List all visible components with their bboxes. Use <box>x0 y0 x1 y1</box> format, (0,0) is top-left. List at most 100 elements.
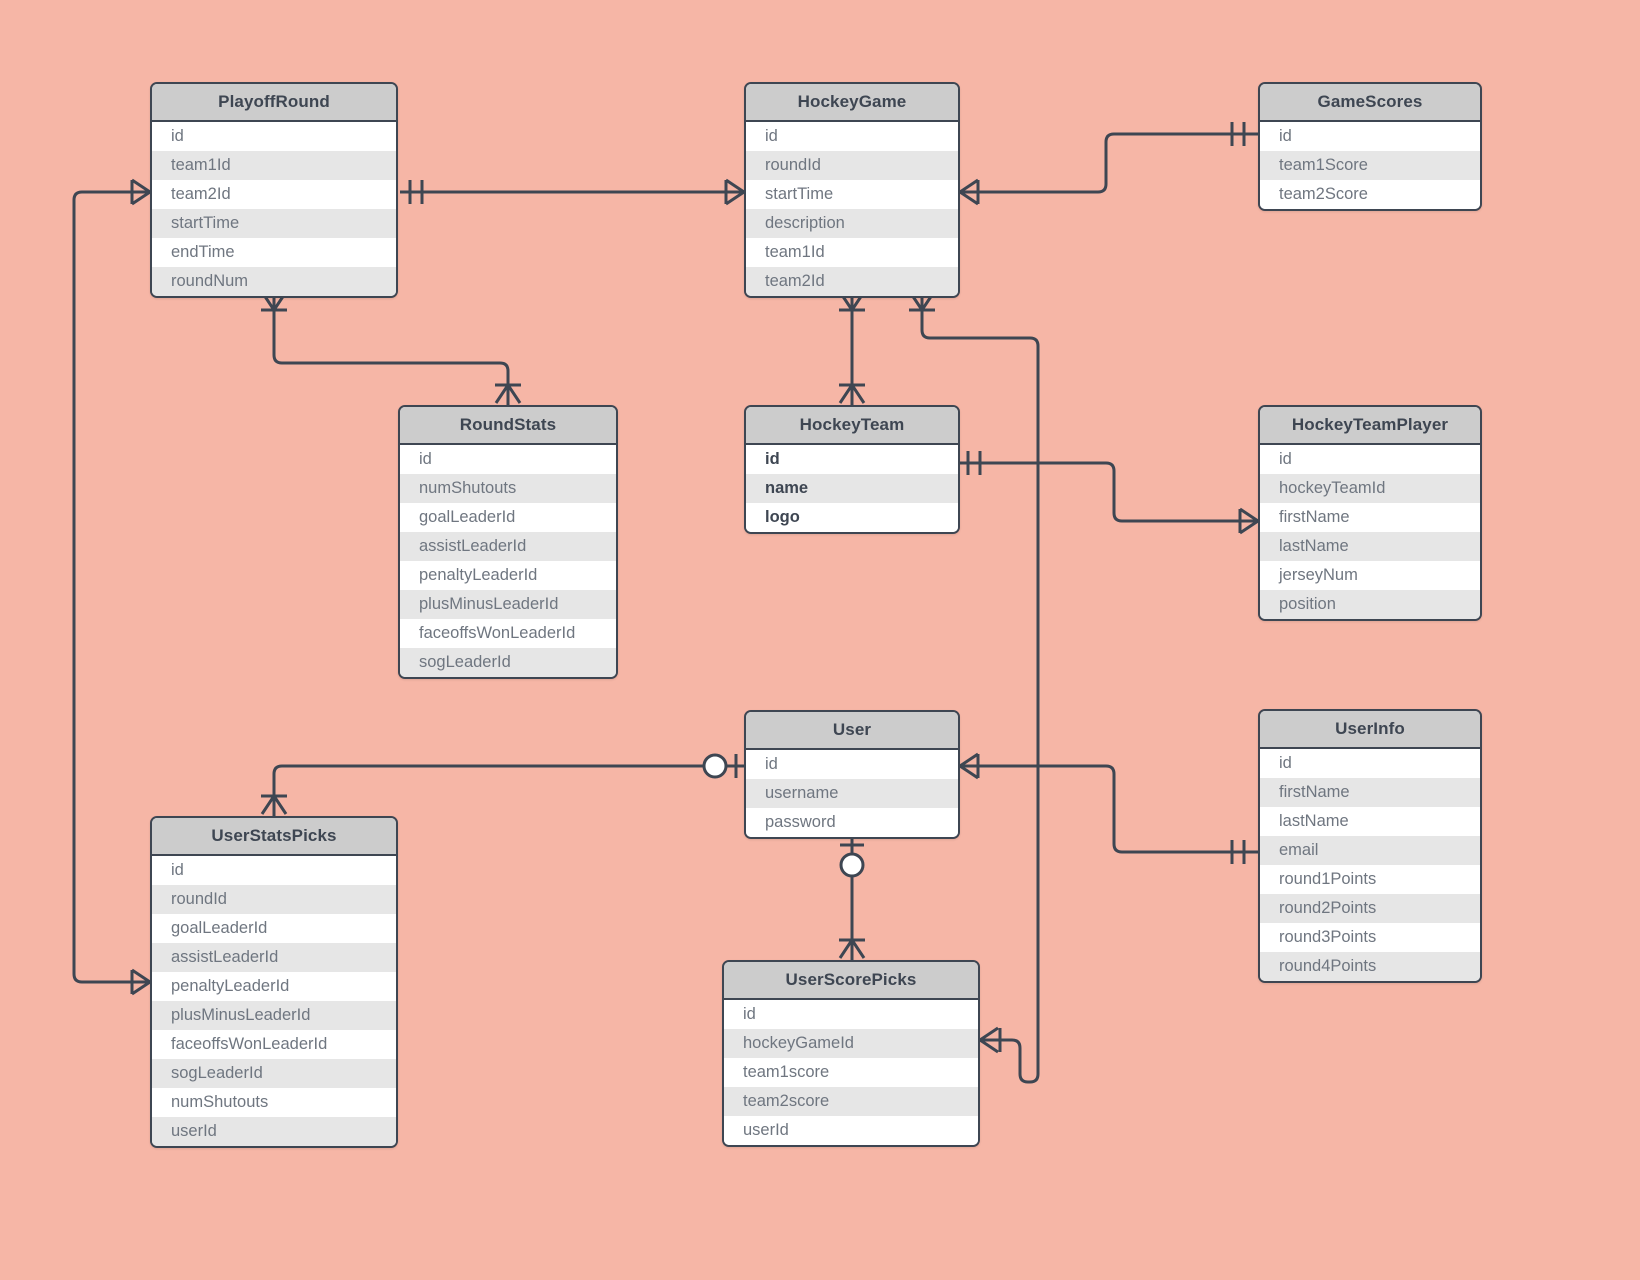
entity-title: HockeyGame <box>746 84 958 122</box>
attribute-row[interactable]: team1Id <box>152 151 396 180</box>
attribute-row[interactable]: numShutouts <box>400 474 616 503</box>
attribute-row[interactable]: id <box>746 445 958 474</box>
attribute-row[interactable]: plusMinusLeaderId <box>152 1001 396 1030</box>
attribute-row[interactable]: id <box>746 750 958 779</box>
notation-zero-or-one-user-left <box>702 753 738 779</box>
attribute-row[interactable]: userId <box>152 1117 396 1146</box>
attribute-row[interactable]: jerseyNum <box>1260 561 1480 590</box>
er-diagram-canvas: PlayoffRound id team1Id team2Id startTime end… <box>0 0 1640 1280</box>
attribute-row[interactable]: faceoffsWonLeaderId <box>400 619 616 648</box>
attribute-row[interactable]: assistLeaderId <box>152 943 396 972</box>
entity-userscorepicks[interactable]: UserScorePicks id hockeyGameId team1score te… <box>722 960 980 1147</box>
attribute-row[interactable]: team1Id <box>746 238 958 267</box>
entity-playoffround[interactable]: PlayoffRound id team1Id team2Id startTime end… <box>150 82 398 298</box>
entity-userinfo[interactable]: UserInfo id firstName lastName email round1Po… <box>1258 709 1482 983</box>
notation-many-hockeygame-right <box>959 178 980 206</box>
attribute-row[interactable]: goalLeaderId <box>400 503 616 532</box>
entity-userstatspicks[interactable]: UserStatsPicks id roundId goalLeaderId assis… <box>150 816 398 1148</box>
attribute-row[interactable]: id <box>1260 122 1480 151</box>
attribute-row[interactable]: roundNum <box>152 267 396 296</box>
attribute-list: id hockeyTeamId firstName lastName jerseyNum… <box>1260 445 1480 619</box>
attribute-row[interactable]: id <box>746 122 958 151</box>
entity-hockeyteamplayer[interactable]: HockeyTeamPlayer id hockeyTeamId firstName l… <box>1258 405 1482 621</box>
attribute-list: id team1Id team2Id startTime endTime roundNum <box>152 122 396 296</box>
attribute-row[interactable]: round2Points <box>1260 894 1480 923</box>
attribute-row[interactable]: userId <box>724 1116 978 1145</box>
attribute-row[interactable]: id <box>152 122 396 151</box>
attribute-row[interactable]: penaltyLeaderId <box>152 972 396 1001</box>
attribute-row[interactable]: assistLeaderId <box>400 532 616 561</box>
entity-title: PlayoffRound <box>152 84 396 122</box>
entity-gamescores[interactable]: GameScores id team1Score team2Score <box>1258 82 1482 211</box>
wire-hockeygame-gamescores <box>960 132 1258 194</box>
notation-one-only-one-hockeyteam-right <box>966 451 982 475</box>
attribute-row[interactable]: faceoffsWonLeaderId <box>152 1030 396 1059</box>
notation-many-userscorepicks-right <box>979 1026 1002 1054</box>
attribute-row[interactable]: startTime <box>746 180 958 209</box>
entity-title: RoundStats <box>400 407 616 445</box>
attribute-row[interactable]: hockeyGameId <box>724 1029 978 1058</box>
attribute-row[interactable]: team2Score <box>1260 180 1480 209</box>
notation-many-userscorepicks-top <box>838 938 866 960</box>
notation-one-only-one-gamescores-left <box>1230 122 1246 146</box>
attribute-row[interactable]: round4Points <box>1260 952 1480 981</box>
attribute-row[interactable]: roundId <box>746 151 958 180</box>
notation-many-userstatspicks-top <box>260 794 288 816</box>
attribute-row[interactable]: password <box>746 808 958 837</box>
attribute-row[interactable]: hockeyTeamId <box>1260 474 1480 503</box>
attribute-list: id team1Score team2Score <box>1260 122 1480 209</box>
notation-many-user-right <box>959 752 980 780</box>
attribute-row[interactable]: lastName <box>1260 532 1480 561</box>
entity-roundstats[interactable]: RoundStats id numShutouts goalLeaderId assis… <box>398 405 618 679</box>
wire-user-userinfo <box>960 764 1258 854</box>
attribute-row[interactable]: name <box>746 474 958 503</box>
attribute-row[interactable]: endTime <box>152 238 396 267</box>
attribute-row[interactable]: team2Id <box>746 267 958 296</box>
notation-many-hockeyteamplayer-left <box>1238 507 1259 535</box>
entity-title: UserScorePicks <box>724 962 978 1000</box>
entity-hockeygame[interactable]: HockeyGame id roundId startTime description t… <box>744 82 960 298</box>
attribute-row[interactable]: startTime <box>152 209 396 238</box>
attribute-row[interactable]: email <box>1260 836 1480 865</box>
attribute-row[interactable]: team2Id <box>152 180 396 209</box>
entity-user[interactable]: User id username password <box>744 710 960 839</box>
attribute-row[interactable]: goalLeaderId <box>152 914 396 943</box>
entity-title: UserInfo <box>1260 711 1480 749</box>
attribute-row[interactable]: id <box>724 1000 978 1029</box>
attribute-row[interactable]: position <box>1260 590 1480 619</box>
attribute-row[interactable]: sogLeaderId <box>400 648 616 677</box>
attribute-row[interactable]: penaltyLeaderId <box>400 561 616 590</box>
entity-title: User <box>746 712 958 750</box>
attribute-row[interactable]: sogLeaderId <box>152 1059 396 1088</box>
attribute-row[interactable]: firstName <box>1260 778 1480 807</box>
entity-title: UserStatsPicks <box>152 818 396 856</box>
notation-many-hockeygame-left <box>724 178 745 206</box>
entity-title: HockeyTeamPlayer <box>1260 407 1480 445</box>
attribute-row[interactable]: id <box>1260 749 1480 778</box>
attribute-row[interactable]: plusMinusLeaderId <box>400 590 616 619</box>
wire-playoffround-userstatspicks <box>72 190 150 984</box>
attribute-row[interactable]: round3Points <box>1260 923 1480 952</box>
notation-zero-or-one-user-bottom <box>839 843 865 878</box>
attribute-row[interactable]: id <box>1260 445 1480 474</box>
attribute-row[interactable]: firstName <box>1260 503 1480 532</box>
attribute-row[interactable]: id <box>152 856 396 885</box>
entity-hockeyteam[interactable]: HockeyTeam id name logo <box>744 405 960 534</box>
attribute-list: id roundId startTime description team1Id team… <box>746 122 958 296</box>
attribute-row[interactable]: round1Points <box>1260 865 1480 894</box>
attribute-row[interactable]: team2score <box>724 1087 978 1116</box>
attribute-row[interactable]: id <box>400 445 616 474</box>
wire-user-userstatspicks <box>272 764 744 816</box>
notation-one-only-one-userinfo-left <box>1230 840 1246 864</box>
attribute-row[interactable]: team1score <box>724 1058 978 1087</box>
attribute-row[interactable]: team1Score <box>1260 151 1480 180</box>
attribute-row[interactable]: numShutouts <box>152 1088 396 1117</box>
attribute-row[interactable]: lastName <box>1260 807 1480 836</box>
notation-many-hockeyteam-top <box>838 383 866 405</box>
attribute-row[interactable]: logo <box>746 503 958 532</box>
attribute-row[interactable]: username <box>746 779 958 808</box>
attribute-list: id username password <box>746 750 958 837</box>
attribute-row[interactable]: roundId <box>152 885 396 914</box>
wire-playoffround-roundstats <box>272 290 510 405</box>
attribute-row[interactable]: description <box>746 209 958 238</box>
